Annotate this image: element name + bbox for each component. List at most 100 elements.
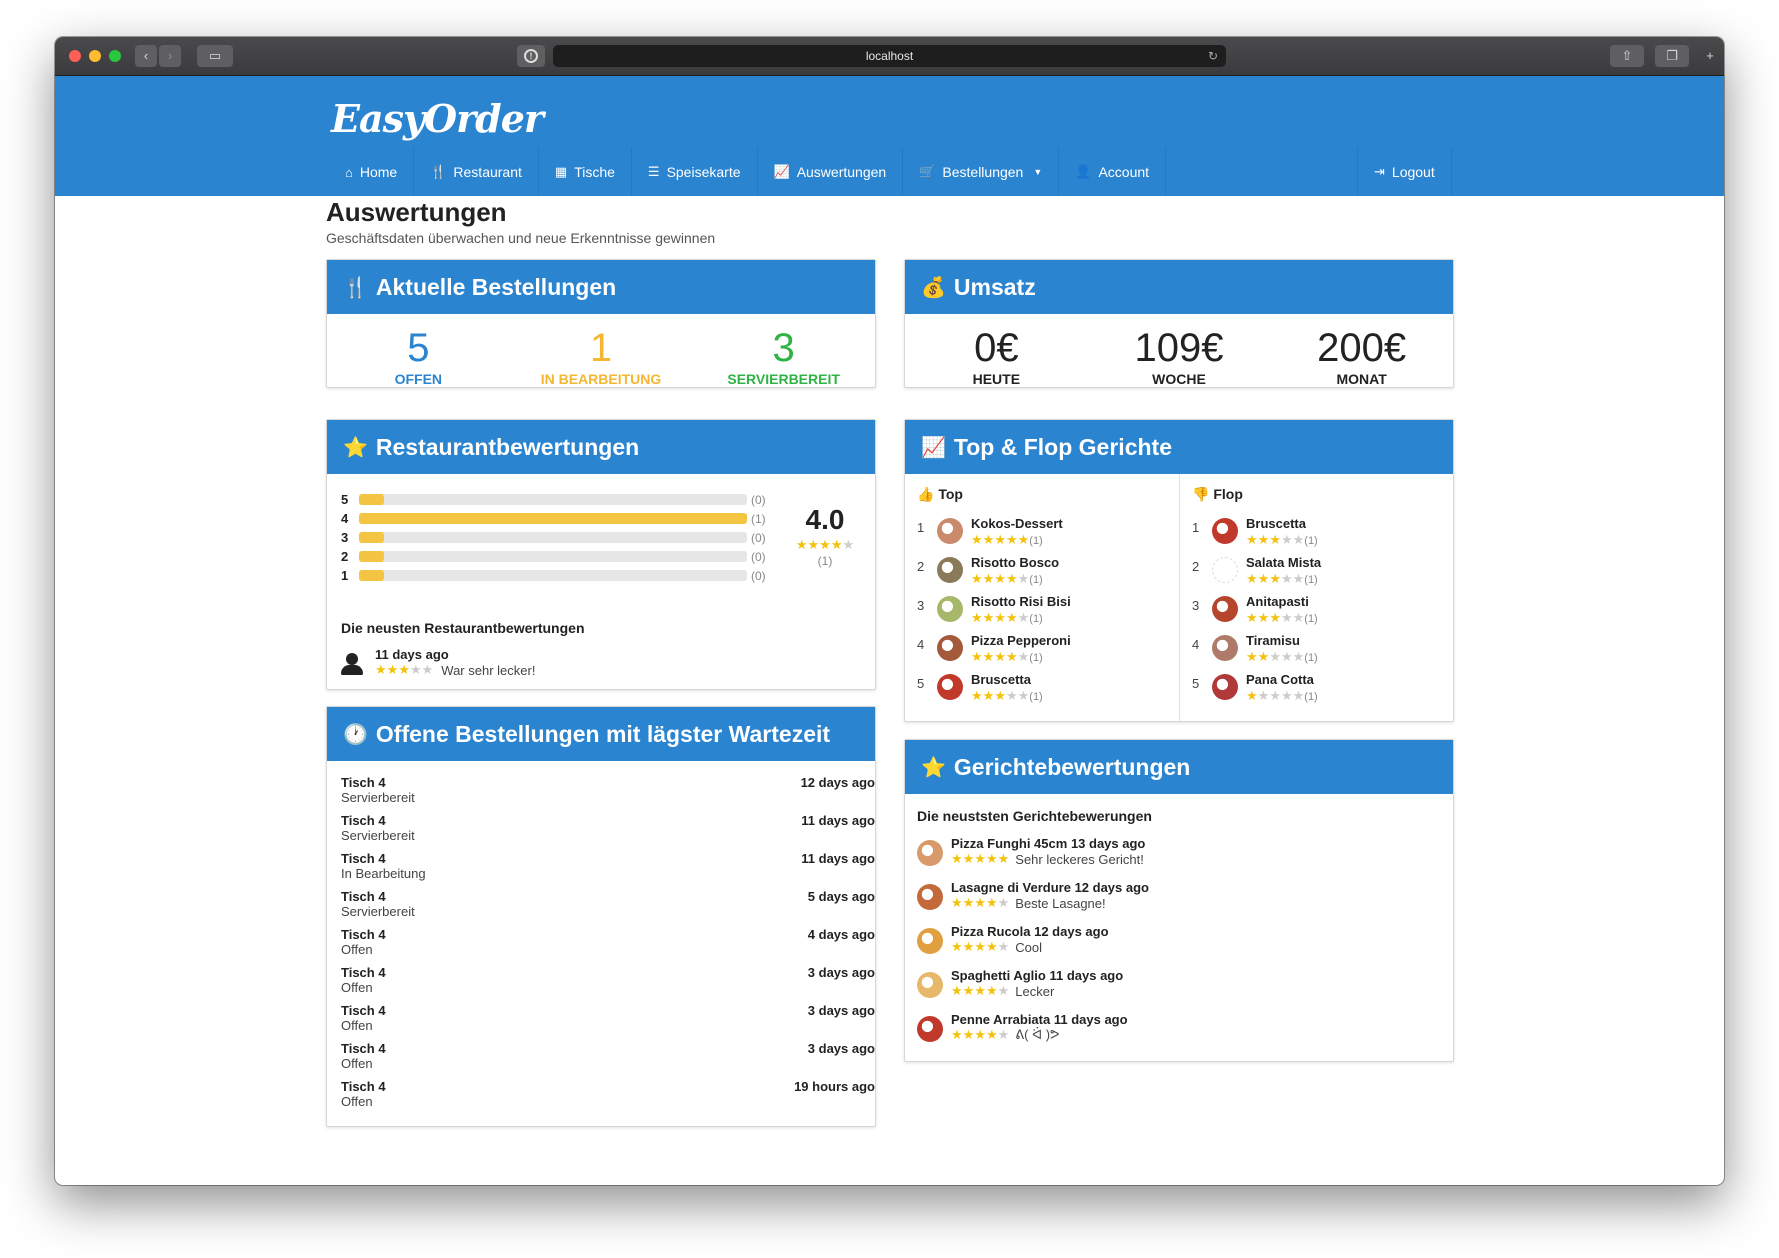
rating-bar-count: (0) xyxy=(751,568,766,583)
zoom-window-button[interactable] xyxy=(109,50,121,62)
dish-review-dish: Penne Arrabiata xyxy=(951,1012,1051,1027)
share-icon[interactable]: ⇧ xyxy=(1610,45,1644,67)
rating-bar-fill xyxy=(359,513,747,524)
revenue-stat: 0€ HEUTE xyxy=(911,326,1081,387)
dish-name: Anitapasti xyxy=(1246,594,1309,609)
star-icon: ★ xyxy=(974,895,986,910)
dish-name: Pana Cotta xyxy=(1246,672,1314,687)
star-icon: ★ xyxy=(985,983,998,998)
star-icon: ★ xyxy=(994,532,1006,547)
flop-dish-item[interactable]: 2 Salata Mista ★★★★★(1) xyxy=(1192,555,1321,591)
forward-button[interactable]: › xyxy=(159,45,181,67)
top-dish-item[interactable]: 3 Risotto Risi Bisi ★★★★★(1) xyxy=(917,594,1071,630)
rating-bar-count: (1) xyxy=(751,511,766,526)
dish-review-stars: ★★★★★ xyxy=(951,939,1009,955)
order-stat-label: SERVIERBEREIT xyxy=(727,371,840,387)
waiting-order-row[interactable]: Tisch 4 Offen 3 days ago xyxy=(341,965,875,1003)
dish-image xyxy=(917,884,943,910)
dish-review-item[interactable]: Lasagne di Verdure 12 days ago ★★★★★ Beste… xyxy=(917,880,1149,911)
waiting-order-row[interactable]: Tisch 4 Servierbereit 12 days ago xyxy=(341,775,875,813)
dish-stars: ★★★★★ xyxy=(971,610,1029,625)
waiting-order-row[interactable]: Tisch 4 Offen 19 hours ago xyxy=(341,1079,875,1117)
dish-rating-count: (1) xyxy=(1304,535,1318,547)
brand-logo[interactable]: EasyOrder xyxy=(331,96,544,141)
nav-item-tische[interactable]: ▦ Tische xyxy=(539,148,632,196)
dish-rating-count: (1) xyxy=(1029,652,1043,664)
close-window-button[interactable] xyxy=(69,50,81,62)
dish-review-body: ★★★★★ Lecker xyxy=(951,983,1123,999)
dish-review-date: 11 days ago xyxy=(1049,968,1124,983)
waiting-order-row[interactable]: Tisch 4 Offen 3 days ago xyxy=(341,1003,875,1041)
back-button[interactable]: ‹ xyxy=(135,45,157,67)
rating-bar-stars: 1 xyxy=(341,568,349,583)
waiting-order-row[interactable]: Tisch 4 Offen 4 days ago xyxy=(341,927,875,965)
nav-item-auswertungen[interactable]: 📈 Auswertungen xyxy=(758,148,904,196)
cutlery-icon: 🍴 xyxy=(430,164,447,179)
rating-bar-count: (0) xyxy=(751,549,766,564)
order-status: In Bearbeitung xyxy=(341,866,426,881)
tabs-overview-icon[interactable]: ❐ xyxy=(1655,45,1689,67)
order-stat-label: IN BEARBEITUNG xyxy=(540,371,662,387)
dish-review-item[interactable]: Penne Arrabiata 11 days ago ★★★★★ ᕕ( ᐛ )ᕗ xyxy=(917,1012,1128,1043)
rating-average: 4.0 xyxy=(805,504,845,535)
rating-bar-row: 1 (0) xyxy=(341,566,773,585)
flop-dish-item[interactable]: 5 Pana Cotta ★★★★★(1) xyxy=(1192,672,1318,708)
dish-name: Risotto Risi Bisi xyxy=(971,594,1071,609)
revenue-stat-value: 200€ xyxy=(1317,326,1407,370)
top-dish-item[interactable]: 2 Risotto Bosco ★★★★★(1) xyxy=(917,555,1059,591)
nav-item-bestellungen[interactable]: 🛒 Bestellungen ▼ xyxy=(903,148,1060,196)
dish-review-info: Penne Arrabiata 11 days ago ★★★★★ ᕕ( ᐛ )ᕗ xyxy=(951,1012,1128,1043)
flop-dish-item[interactable]: 3 Anitapasti ★★★★★(1) xyxy=(1192,594,1318,630)
star-icon: ★ xyxy=(1005,688,1018,703)
top-dish-item[interactable]: 1 Kokos-Dessert ★★★★★(1) xyxy=(917,516,1063,552)
nav-item-restaurant[interactable]: 🍴 Restaurant xyxy=(414,148,539,196)
main-nav: ⌂ Home 🍴 Restaurant ▦ Tische ☰ Speisekarte 📈 Ausw… xyxy=(329,148,1167,196)
star-icon: ★ xyxy=(1017,610,1030,625)
nav-item-speisekarte[interactable]: ☰ Speisekarte xyxy=(632,148,758,196)
new-tab-icon[interactable]: + xyxy=(1700,45,1720,67)
top-dish-item[interactable]: 4 Pizza Pepperoni ★★★★★(1) xyxy=(917,633,1071,669)
top-dish-item[interactable]: 5 Bruscetta ★★★★★(1) xyxy=(917,672,1043,708)
star-icon: ★ xyxy=(994,610,1006,625)
star-icon: ★ xyxy=(997,895,1010,910)
dish-reviews-panel-title: Gerichtebewertungen xyxy=(953,753,1191,780)
dish-review-item[interactable]: Spaghetti Aglio 11 days ago ★★★★★ Lecker xyxy=(917,968,1123,999)
dish-rank: 2 xyxy=(1192,559,1200,574)
star-icon: ★ xyxy=(982,571,995,586)
sidebar-toggle-icon[interactable]: ▭ xyxy=(197,45,233,67)
privacy-report-button[interactable]: ! xyxy=(517,45,545,67)
nav-logout[interactable]: ⇥ Logout xyxy=(1358,148,1452,196)
thumbs-up-icon: 👍 xyxy=(917,486,935,502)
reload-icon[interactable]: ↻ xyxy=(1208,45,1218,67)
dish-review-body: ★★★★★ Cool xyxy=(951,939,1109,955)
revenue-panel-title: Umsatz xyxy=(953,273,1036,300)
star-icon: ★ xyxy=(962,1027,975,1042)
waiting-order-row[interactable]: Tisch 4 Servierbereit 11 days ago xyxy=(341,813,875,851)
star-icon: ★ xyxy=(985,895,998,910)
order-status: Offen xyxy=(341,1018,373,1033)
flop-dish-item[interactable]: 4 Tiramisu ★★★★★(1) xyxy=(1192,633,1318,669)
rating-bar-fill xyxy=(359,532,385,543)
dish-rating-count: (1) xyxy=(1029,535,1043,547)
address-bar[interactable]: localhost ↻ xyxy=(553,45,1226,67)
dish-name: Salata Mista xyxy=(1246,555,1322,570)
dish-review-info: Pizza Funghi 45cm 13 days ago ★★★★★ Sehr l… xyxy=(951,836,1145,867)
star-icon: ★ xyxy=(819,537,831,552)
minimize-window-button[interactable] xyxy=(89,50,101,62)
waiting-order-row[interactable]: Tisch 4 In Bearbeitung 11 days ago xyxy=(341,851,875,889)
flop-dish-item[interactable]: 1 Bruscetta ★★★★★(1) xyxy=(1192,516,1318,552)
rating-bar-stars: 5 xyxy=(341,492,349,507)
grid-icon: ▦ xyxy=(554,164,568,179)
dish-review-body: ★★★★★ ᕕ( ᐛ )ᕗ xyxy=(951,1027,1128,1043)
star-icon: ★ xyxy=(830,537,843,552)
flop-title-label: Flop xyxy=(1213,486,1243,502)
waiting-order-row[interactable]: Tisch 4 Offen 3 days ago xyxy=(341,1041,875,1079)
star-icon: ★ xyxy=(985,851,998,866)
star-icon: ★ xyxy=(1292,688,1305,703)
nav-item-home[interactable]: ⌂ Home xyxy=(329,148,415,196)
nav-item-account[interactable]: 👤 Account xyxy=(1059,148,1167,196)
waiting-order-row[interactable]: Tisch 4 Servierbereit 5 days ago xyxy=(341,889,875,927)
waiting-orders-panel-title: Offene Bestellungen mit lägster Wartezei… xyxy=(375,720,831,747)
dish-review-item[interactable]: Pizza Funghi 45cm 13 days ago ★★★★★ Sehr l… xyxy=(917,836,1145,867)
dish-review-item[interactable]: Pizza Rucola 12 days ago ★★★★★ Cool xyxy=(917,924,1109,955)
